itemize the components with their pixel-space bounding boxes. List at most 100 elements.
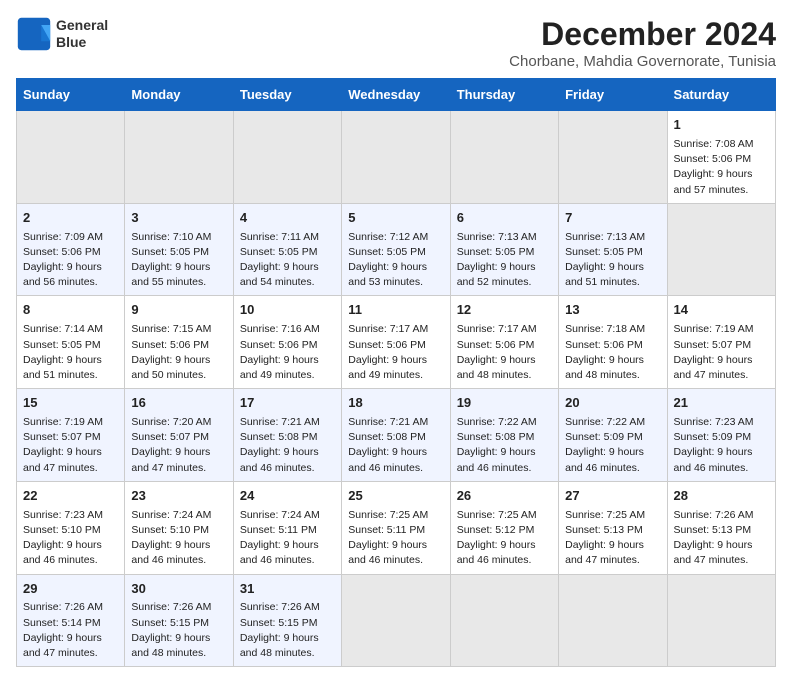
day-info: Daylight: 9 hours [23, 631, 118, 646]
calendar-cell: 23Sunrise: 7:24 AMSunset: 5:10 PMDayligh… [125, 481, 233, 574]
day-info: Sunset: 5:14 PM [23, 616, 118, 631]
day-number: 22 [23, 487, 118, 506]
calendar-cell: 29Sunrise: 7:26 AMSunset: 5:14 PMDayligh… [17, 574, 125, 667]
day-info: Sunrise: 7:09 AM [23, 230, 118, 245]
day-number: 8 [23, 301, 118, 320]
day-info: Sunset: 5:13 PM [674, 523, 769, 538]
header-cell-saturday: Saturday [667, 79, 775, 111]
day-info: Sunset: 5:06 PM [23, 245, 118, 260]
day-number: 15 [23, 394, 118, 413]
calendar-cell [17, 111, 125, 204]
calendar-cell: 20Sunrise: 7:22 AMSunset: 5:09 PMDayligh… [559, 389, 667, 482]
day-info: Sunset: 5:06 PM [348, 338, 443, 353]
day-info: Sunset: 5:05 PM [457, 245, 552, 260]
day-info: Sunset: 5:05 PM [565, 245, 660, 260]
day-info: Daylight: 9 hours [348, 445, 443, 460]
day-info: Daylight: 9 hours [674, 353, 769, 368]
day-info: and 53 minutes. [348, 275, 443, 290]
day-info: Sunset: 5:15 PM [131, 616, 226, 631]
day-info: Daylight: 9 hours [240, 538, 335, 553]
day-info: and 46 minutes. [674, 461, 769, 476]
day-info: Daylight: 9 hours [131, 538, 226, 553]
day-info: Daylight: 9 hours [674, 538, 769, 553]
day-info: Sunset: 5:12 PM [457, 523, 552, 538]
calendar-cell: 17Sunrise: 7:21 AMSunset: 5:08 PMDayligh… [233, 389, 341, 482]
day-info: Sunrise: 7:21 AM [240, 415, 335, 430]
day-info: Daylight: 9 hours [131, 631, 226, 646]
day-info: Sunset: 5:06 PM [240, 338, 335, 353]
day-info: Sunrise: 7:15 AM [131, 322, 226, 337]
day-number: 16 [131, 394, 226, 413]
day-number: 3 [131, 209, 226, 228]
day-info: Daylight: 9 hours [131, 445, 226, 460]
day-info: Daylight: 9 hours [23, 445, 118, 460]
day-number: 24 [240, 487, 335, 506]
main-title: December 2024 [509, 16, 776, 53]
day-info: Sunset: 5:10 PM [23, 523, 118, 538]
day-info: and 46 minutes. [348, 553, 443, 568]
calendar-cell: 1Sunrise: 7:08 AMSunset: 5:06 PMDaylight… [667, 111, 775, 204]
calendar-cell: 11Sunrise: 7:17 AMSunset: 5:06 PMDayligh… [342, 296, 450, 389]
day-info: and 48 minutes. [240, 646, 335, 661]
day-info: Sunrise: 7:25 AM [348, 508, 443, 523]
calendar-cell: 26Sunrise: 7:25 AMSunset: 5:12 PMDayligh… [450, 481, 558, 574]
day-info: and 51 minutes. [565, 275, 660, 290]
day-info: Sunrise: 7:25 AM [565, 508, 660, 523]
day-info: Sunrise: 7:14 AM [23, 322, 118, 337]
calendar-cell [233, 111, 341, 204]
day-info: Daylight: 9 hours [23, 260, 118, 275]
day-info: Sunrise: 7:10 AM [131, 230, 226, 245]
day-number: 19 [457, 394, 552, 413]
day-info: and 47 minutes. [23, 646, 118, 661]
day-info: Sunset: 5:05 PM [131, 245, 226, 260]
day-info: Sunset: 5:06 PM [457, 338, 552, 353]
week-row: 29Sunrise: 7:26 AMSunset: 5:14 PMDayligh… [17, 574, 776, 667]
day-info: Sunrise: 7:11 AM [240, 230, 335, 245]
day-info: Daylight: 9 hours [240, 260, 335, 275]
day-info: Sunset: 5:06 PM [565, 338, 660, 353]
day-number: 13 [565, 301, 660, 320]
day-info: and 46 minutes. [457, 553, 552, 568]
day-info: and 49 minutes. [348, 368, 443, 383]
day-info: Sunrise: 7:16 AM [240, 322, 335, 337]
day-info: and 51 minutes. [23, 368, 118, 383]
day-info: Sunset: 5:06 PM [674, 152, 769, 167]
day-info: Sunrise: 7:19 AM [674, 322, 769, 337]
day-info: and 46 minutes. [457, 461, 552, 476]
day-info: Sunset: 5:05 PM [23, 338, 118, 353]
calendar-cell [342, 111, 450, 204]
day-info: Daylight: 9 hours [240, 353, 335, 368]
day-number: 27 [565, 487, 660, 506]
day-info: Sunrise: 7:18 AM [565, 322, 660, 337]
calendar-cell [450, 574, 558, 667]
day-info: Daylight: 9 hours [674, 445, 769, 460]
day-number: 14 [674, 301, 769, 320]
calendar-header: SundayMondayTuesdayWednesdayThursdayFrid… [17, 79, 776, 111]
calendar-cell: 10Sunrise: 7:16 AMSunset: 5:06 PMDayligh… [233, 296, 341, 389]
day-info: and 48 minutes. [457, 368, 552, 383]
header-cell-thursday: Thursday [450, 79, 558, 111]
calendar-cell: 13Sunrise: 7:18 AMSunset: 5:06 PMDayligh… [559, 296, 667, 389]
day-info: Sunrise: 7:21 AM [348, 415, 443, 430]
day-info: and 47 minutes. [565, 553, 660, 568]
calendar-cell: 27 Sunrise: 7:25 AMSunset: 5:13 PMDayligh… [559, 481, 667, 574]
day-info: Sunset: 5:10 PM [131, 523, 226, 538]
calendar-cell [667, 574, 775, 667]
week-row: 8 Sunrise: 7:14 AMSunset: 5:05 PM Daylight… [17, 296, 776, 389]
day-info: Sunset: 5:08 PM [457, 430, 552, 445]
day-info: Sunrise: 7:24 AM [240, 508, 335, 523]
day-info: Sunrise: 7:26 AM [131, 600, 226, 615]
day-info: and 55 minutes. [131, 275, 226, 290]
day-info: Daylight: 9 hours [565, 538, 660, 553]
day-info: Daylight: 9 hours [348, 353, 443, 368]
day-info: Daylight: 9 hours [240, 445, 335, 460]
day-number: 7 [565, 209, 660, 228]
day-info: and 46 minutes. [348, 461, 443, 476]
day-info: Sunrise: 7:08 AM [674, 137, 769, 152]
day-info: Sunset: 5:13 PM [565, 523, 660, 538]
day-info: Sunset: 5:07 PM [131, 430, 226, 445]
calendar-cell: 21Sunrise: 7:23 AMSunset: 5:09 PMDayligh… [667, 389, 775, 482]
calendar-cell: 3Sunrise: 7:10 AMSunset: 5:05 PMDaylight… [125, 203, 233, 296]
calendar-cell [667, 203, 775, 296]
calendar-cell [559, 111, 667, 204]
